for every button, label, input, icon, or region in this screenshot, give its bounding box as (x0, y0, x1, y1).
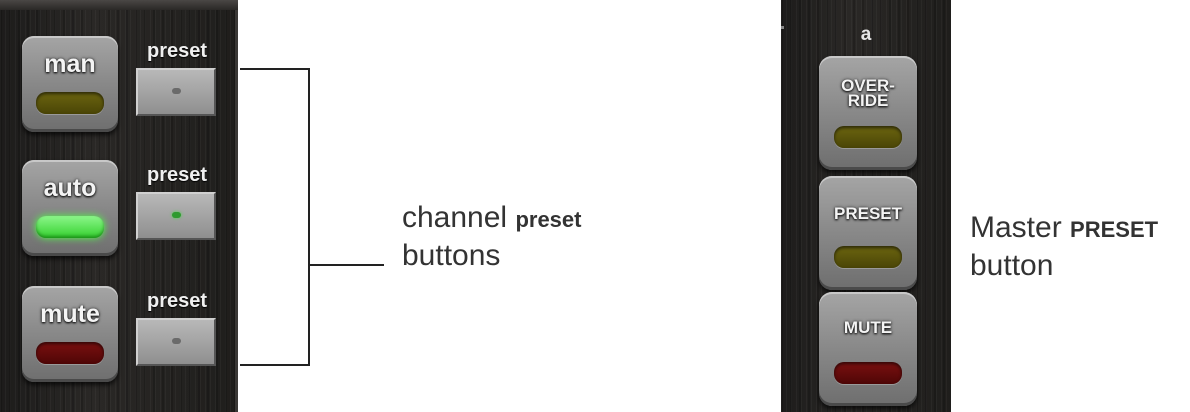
override-led (834, 126, 902, 148)
callout-text-1: channel (402, 201, 516, 234)
auto-button[interactable]: auto (22, 160, 118, 256)
man-button[interactable]: man (22, 36, 118, 132)
override-label-line2: RIDE (847, 91, 889, 110)
strip-marker (781, 26, 784, 29)
master-preset-callout: Master PRESET button (970, 210, 1158, 284)
master-preset-button[interactable]: PRESET (819, 176, 917, 290)
master-mute-button[interactable]: MUTE (819, 292, 917, 406)
preset-indicator-auto (172, 212, 181, 218)
channel-preset-callout: channel preset buttons (402, 200, 581, 274)
preset-button-man[interactable] (136, 68, 216, 116)
callout-text-em: preset (515, 207, 582, 232)
preset-label-mute: preset (146, 290, 208, 312)
preset-button-mute[interactable] (136, 318, 216, 366)
master-mute-led (834, 362, 902, 384)
man-button-label: man (44, 50, 96, 78)
preset-indicator-man (172, 88, 181, 94)
preset-indicator-mute (172, 338, 181, 344)
bracket-top-line (240, 68, 310, 70)
master-strip: a OVER- RIDE PRESET MUTE (781, 0, 951, 412)
bracket-bottom-line (240, 364, 310, 366)
master-callout-text-1: Master (970, 211, 1071, 244)
bracket-vertical-line (308, 68, 310, 366)
preset-label-man: preset (146, 40, 208, 62)
master-preset-button-label: PRESET (833, 204, 903, 223)
preset-label-auto: preset (146, 164, 208, 186)
auto-led (36, 216, 104, 238)
channel-strip: man preset auto preset mute preset (0, 0, 238, 412)
preset-button-auto[interactable] (136, 192, 216, 240)
mute-button[interactable]: mute (22, 286, 118, 382)
master-preset-led (834, 246, 902, 268)
auto-button-label: auto (43, 174, 97, 202)
master-callout-text-2: button (970, 249, 1054, 282)
master-mute-button-label: MUTE (843, 318, 893, 337)
master-title: a (860, 24, 872, 45)
override-button-label: OVER- RIDE (819, 77, 917, 110)
override-button[interactable]: OVER- RIDE (819, 56, 917, 170)
man-led (36, 92, 104, 114)
bracket-pointer-line (308, 264, 384, 266)
mute-led (36, 342, 104, 364)
master-callout-text-em: PRESET (1070, 217, 1159, 242)
callout-text-2: buttons (402, 239, 501, 272)
mute-button-label: mute (40, 300, 100, 328)
